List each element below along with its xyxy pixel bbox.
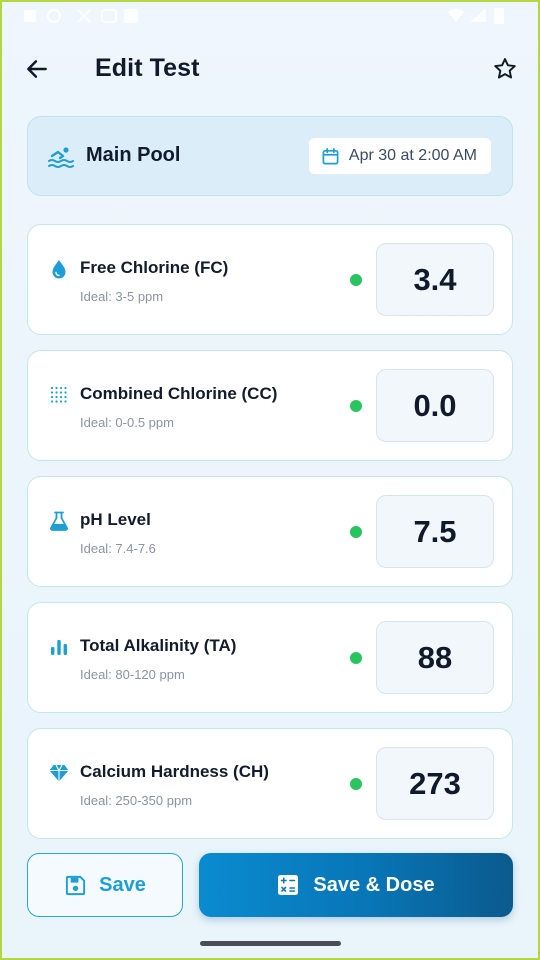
metric-ideal-range: Ideal: 3-5 ppm [80,289,164,304]
pool-name: Main Pool [86,144,181,166]
app-bar: Edit Test [0,40,540,98]
calendar-icon [322,147,339,164]
back-button[interactable] [16,48,58,90]
status-dot [350,274,362,286]
swimmer-icon [48,147,74,168]
metric-ideal-range: Ideal: 7.4-7.6 [80,541,156,556]
pool-card: Main Pool Apr 30 at 2:00 AM [27,116,513,196]
metric-name: Calcium Hardness (CH) [80,762,269,781]
status-icons-left [24,9,138,23]
flask-icon [50,511,68,531]
metric-card-total-alkalinity: Total Alkalinity (TA) Ideal: 80-120 ppm … [27,602,513,713]
metric-card-free-chlorine: Free Chlorine (FC) Ideal: 3-5 ppm 3.4 [27,224,513,335]
status-dot [350,526,362,538]
metric-card-combined-chlorine: Combined Chlorine (CC) Ideal: 0-0.5 ppm … [27,350,513,461]
dot-grid-icon [50,386,67,403]
date-text: Apr 30 at 2:00 AM [348,147,477,164]
home-indicator[interactable] [200,941,341,946]
date-picker-chip[interactable]: Apr 30 at 2:00 AM [307,137,492,175]
status-dot [350,400,362,412]
metric-ideal-range: Ideal: 80-120 ppm [80,667,185,682]
metric-name: Combined Chlorine (CC) [80,384,278,403]
metric-value-input[interactable]: 7.5 [376,495,494,568]
water-drop-icon [52,260,66,279]
metric-value-input[interactable]: 273 [376,747,494,820]
status-dot [350,778,362,790]
metric-value-input[interactable]: 0.0 [376,369,494,442]
metric-value-input[interactable]: 3.4 [376,243,494,316]
metric-ideal-range: Ideal: 250-350 ppm [80,793,193,808]
arrow-left-icon [27,60,47,78]
metric-ideal-range: Ideal: 0-0.5 ppm [80,415,174,430]
bar-chart-icon [51,640,67,655]
save-and-dose-button[interactable]: Save & Dose [199,853,513,917]
favorite-button[interactable] [484,48,526,90]
metric-card-calcium-hardness: Calcium Hardness (CH) Ideal: 250-350 ppm… [27,728,513,839]
page-title: Edit Test [95,54,200,82]
calculator-icon [278,875,299,895]
status-bar [0,0,540,34]
metric-name: pH Level [80,510,151,529]
status-icons-right [448,8,504,24]
save-and-dose-label: Save & Dose [313,873,435,896]
status-dot [350,652,362,664]
floppy-disk-icon [66,875,86,895]
save-button[interactable]: Save [27,853,183,917]
star-outline-icon [494,58,516,79]
metric-name: Free Chlorine (FC) [80,258,229,277]
metric-value-input[interactable]: 88 [376,621,494,694]
metric-name: Total Alkalinity (TA) [80,636,237,655]
metric-card-ph-level: pH Level Ideal: 7.4-7.6 7.5 [27,476,513,587]
diamond-icon [49,764,69,782]
save-button-label: Save [99,873,146,896]
